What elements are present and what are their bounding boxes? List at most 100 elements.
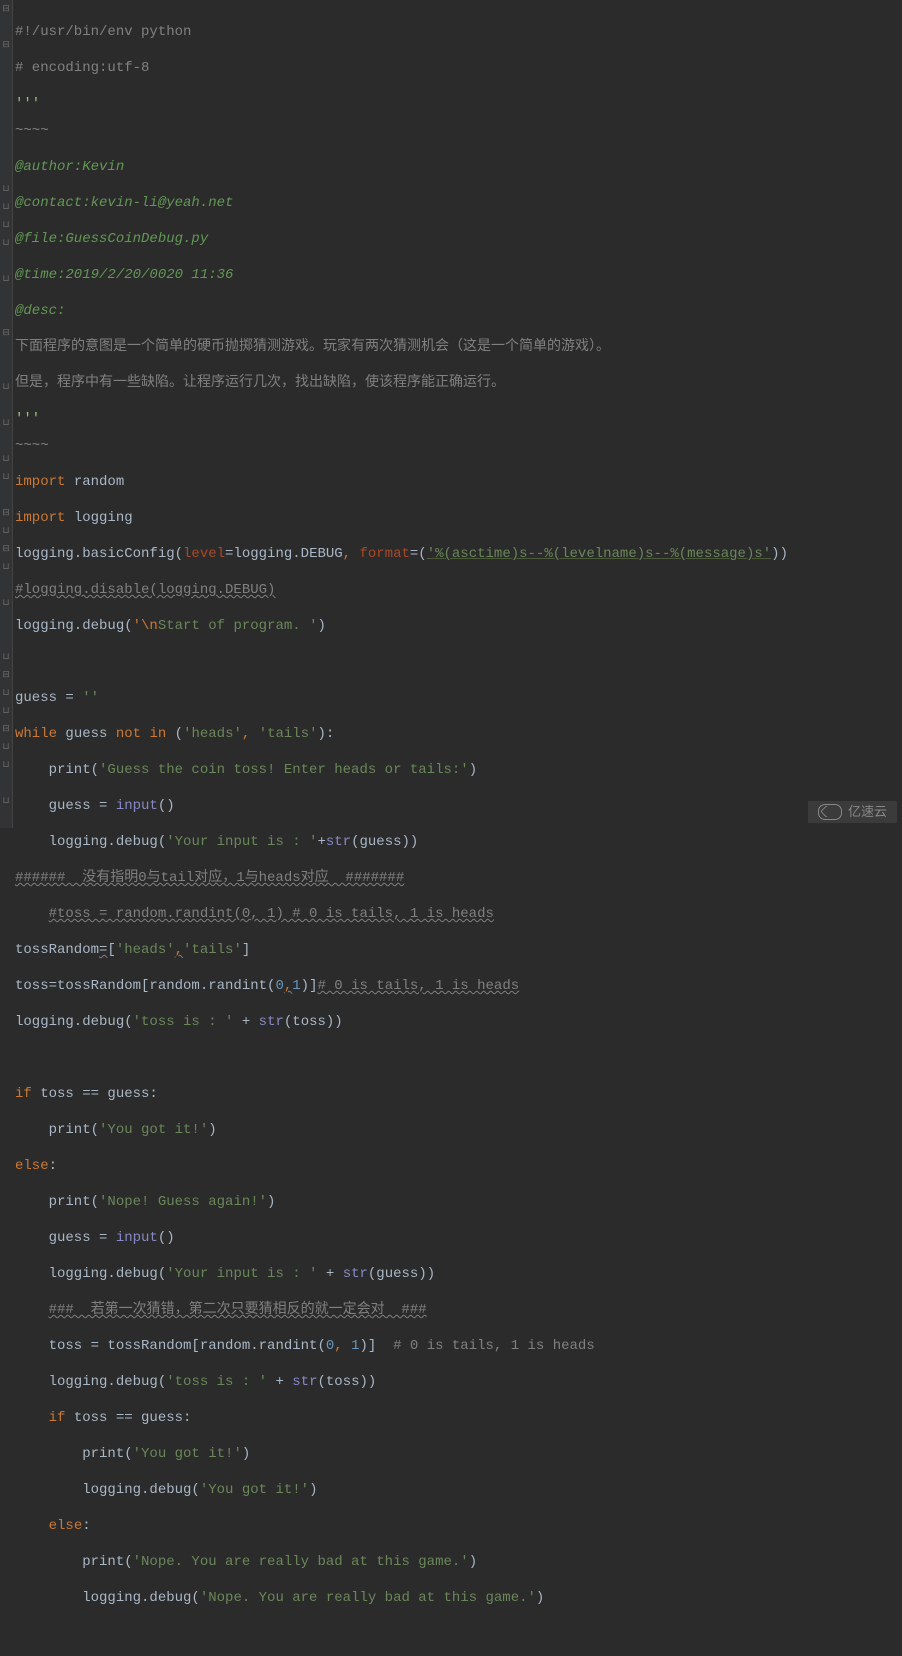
keyword-import: import bbox=[15, 510, 65, 526]
number: 0 bbox=[275, 978, 283, 994]
docstring-zh1: 下面程序的意图是一个简单的硬币抛掷猜测游戏。玩家有两次猜测机会（这是一个简单的游… bbox=[15, 339, 610, 355]
paren: ) bbox=[267, 1194, 275, 1210]
keyword-if: if bbox=[49, 1410, 66, 1426]
fold-marker[interactable]: ⊔ bbox=[2, 383, 10, 391]
comma: , bbox=[343, 546, 351, 562]
paren: )] bbox=[359, 1338, 393, 1354]
fold-marker[interactable]: ⊔ bbox=[2, 419, 10, 427]
comment: # 0 is tails, 1 is heads bbox=[393, 1338, 595, 1354]
string-literal: 'Your input is : ' bbox=[166, 1266, 317, 1282]
fold-marker[interactable]: ⊔ bbox=[2, 527, 10, 535]
paren: ): bbox=[318, 726, 335, 742]
string-literal: 'tails' bbox=[183, 942, 242, 958]
comma: , bbox=[284, 978, 292, 994]
docstring-close: ''' bbox=[15, 411, 40, 427]
fold-marker[interactable]: ⊟ bbox=[2, 5, 10, 13]
fold-marker[interactable]: ⊔ bbox=[2, 275, 10, 283]
bracket: [ bbox=[107, 942, 115, 958]
op: + bbox=[317, 1266, 342, 1282]
code-text: (guess)) bbox=[351, 834, 418, 850]
comment: # 0 is tails, 1 is heads bbox=[317, 978, 519, 994]
string-literal: 'Nope. You are really bad at this game.' bbox=[133, 1554, 469, 1570]
fold-marker[interactable]: ⊟ bbox=[2, 329, 10, 337]
indent bbox=[15, 1410, 49, 1426]
fold-marker[interactable]: ⊟ bbox=[2, 509, 10, 517]
indent bbox=[15, 1518, 49, 1534]
fold-marker[interactable]: ⊔ bbox=[2, 239, 10, 247]
number: 0 bbox=[326, 1338, 334, 1354]
bracket: ] bbox=[242, 942, 250, 958]
code-text: logging.debug( bbox=[15, 1590, 200, 1606]
disabled-comment: #logging.disable(logging.DEBUG) bbox=[15, 582, 275, 598]
string-literal: '' bbox=[82, 690, 99, 706]
fold-marker[interactable]: ⊟ bbox=[2, 545, 10, 553]
comment: #toss = random.randint(0, 1) # 0 is tail… bbox=[49, 906, 494, 922]
fold-marker[interactable]: ⊔ bbox=[2, 653, 10, 661]
code-text: toss = tossRandom[random.randint( bbox=[15, 1338, 326, 1354]
keyword-not: not bbox=[116, 726, 141, 742]
paren: () bbox=[158, 1230, 175, 1246]
op: = bbox=[99, 942, 107, 958]
keyword-while: while bbox=[15, 726, 57, 742]
number: 1 bbox=[292, 978, 300, 994]
keyword-else: else bbox=[15, 1158, 49, 1174]
indent bbox=[15, 906, 49, 922]
code-text: logging.DEBUG bbox=[233, 546, 342, 562]
module-random: random bbox=[65, 474, 124, 490]
op: + bbox=[267, 1374, 292, 1390]
string-literal: 'You got it!' bbox=[99, 1122, 208, 1138]
fold-marker[interactable]: ⊔ bbox=[2, 455, 10, 463]
paren: ) bbox=[469, 1554, 477, 1570]
string-literal: 'Guess the coin toss! Enter heads or tai… bbox=[99, 762, 469, 778]
code-editor: ⊟ ⊟ ⊔ ⊔ ⊔ ⊔ ⊔ ⊟ ⊔ ⊔ ⊔ ⊔ ⊟ ⊔ ⊟ ⊔ ⊔ ⊔ ⊟ ⊔ … bbox=[0, 0, 902, 828]
shebang-comment: #!/usr/bin/env python bbox=[15, 24, 191, 40]
code-area[interactable]: #!/usr/bin/env python # encoding:utf-8 '… bbox=[13, 0, 788, 828]
fold-marker[interactable]: ⊔ bbox=[2, 203, 10, 211]
code-text: print( bbox=[15, 1194, 99, 1210]
string-literal: 'toss is : ' bbox=[166, 1374, 267, 1390]
fold-marker[interactable]: ⊔ bbox=[2, 185, 10, 193]
code-text: guess = bbox=[15, 798, 116, 814]
keyword-if: if bbox=[15, 1086, 32, 1102]
paren: )] bbox=[301, 978, 318, 994]
wavy: ~~~~ bbox=[15, 438, 49, 454]
code-text: logging.debug( bbox=[15, 1482, 200, 1498]
colon: : bbox=[82, 1518, 90, 1534]
fold-marker[interactable]: ⊟ bbox=[2, 671, 10, 679]
code-text: logging.basicConfig( bbox=[15, 546, 183, 562]
paren: ) bbox=[317, 618, 325, 634]
fold-marker[interactable]: ⊔ bbox=[2, 743, 10, 751]
string-literal: 'You got it!' bbox=[133, 1446, 242, 1462]
builtin-input: input bbox=[116, 1230, 158, 1246]
fold-marker[interactable]: ⊔ bbox=[2, 563, 10, 571]
fold-marker[interactable]: ⊟ bbox=[2, 725, 10, 733]
fold-marker[interactable]: ⊔ bbox=[2, 599, 10, 607]
fold-marker[interactable]: ⊔ bbox=[2, 473, 10, 481]
code-text: print( bbox=[15, 1122, 99, 1138]
builtin-str: str bbox=[326, 834, 351, 850]
comma: , bbox=[175, 942, 183, 958]
comma: , bbox=[334, 1338, 342, 1354]
fold-marker[interactable]: ⊔ bbox=[2, 221, 10, 229]
paren: ( bbox=[418, 546, 426, 562]
docstring-open: ''' bbox=[15, 96, 40, 112]
paren: ( bbox=[166, 726, 183, 742]
keyword-in: in bbox=[141, 726, 166, 742]
fold-marker[interactable]: ⊔ bbox=[2, 761, 10, 769]
fold-marker[interactable]: ⊔ bbox=[2, 689, 10, 697]
code-text: logging.debug( bbox=[15, 834, 166, 850]
code-text: print( bbox=[15, 1554, 133, 1570]
comment: ###### 没有指明0与tail对应，1与heads对应 ####### bbox=[15, 870, 404, 886]
paren: ) bbox=[469, 762, 477, 778]
param-format: format bbox=[351, 546, 410, 562]
fold-marker[interactable]: ⊔ bbox=[2, 797, 10, 805]
string-literal: '%(asctime)s--%(levelname)s--%(message)s… bbox=[427, 546, 771, 562]
fold-marker[interactable]: ⊟ bbox=[2, 41, 10, 49]
code-text: print( bbox=[15, 762, 99, 778]
fold-marker[interactable]: ⊔ bbox=[2, 707, 10, 715]
escape-seq: '\n bbox=[133, 618, 158, 634]
param-level: level bbox=[183, 546, 225, 562]
number: 1 bbox=[343, 1338, 360, 1354]
code-text: guess bbox=[57, 726, 116, 742]
string-literal: 'tails' bbox=[250, 726, 317, 742]
